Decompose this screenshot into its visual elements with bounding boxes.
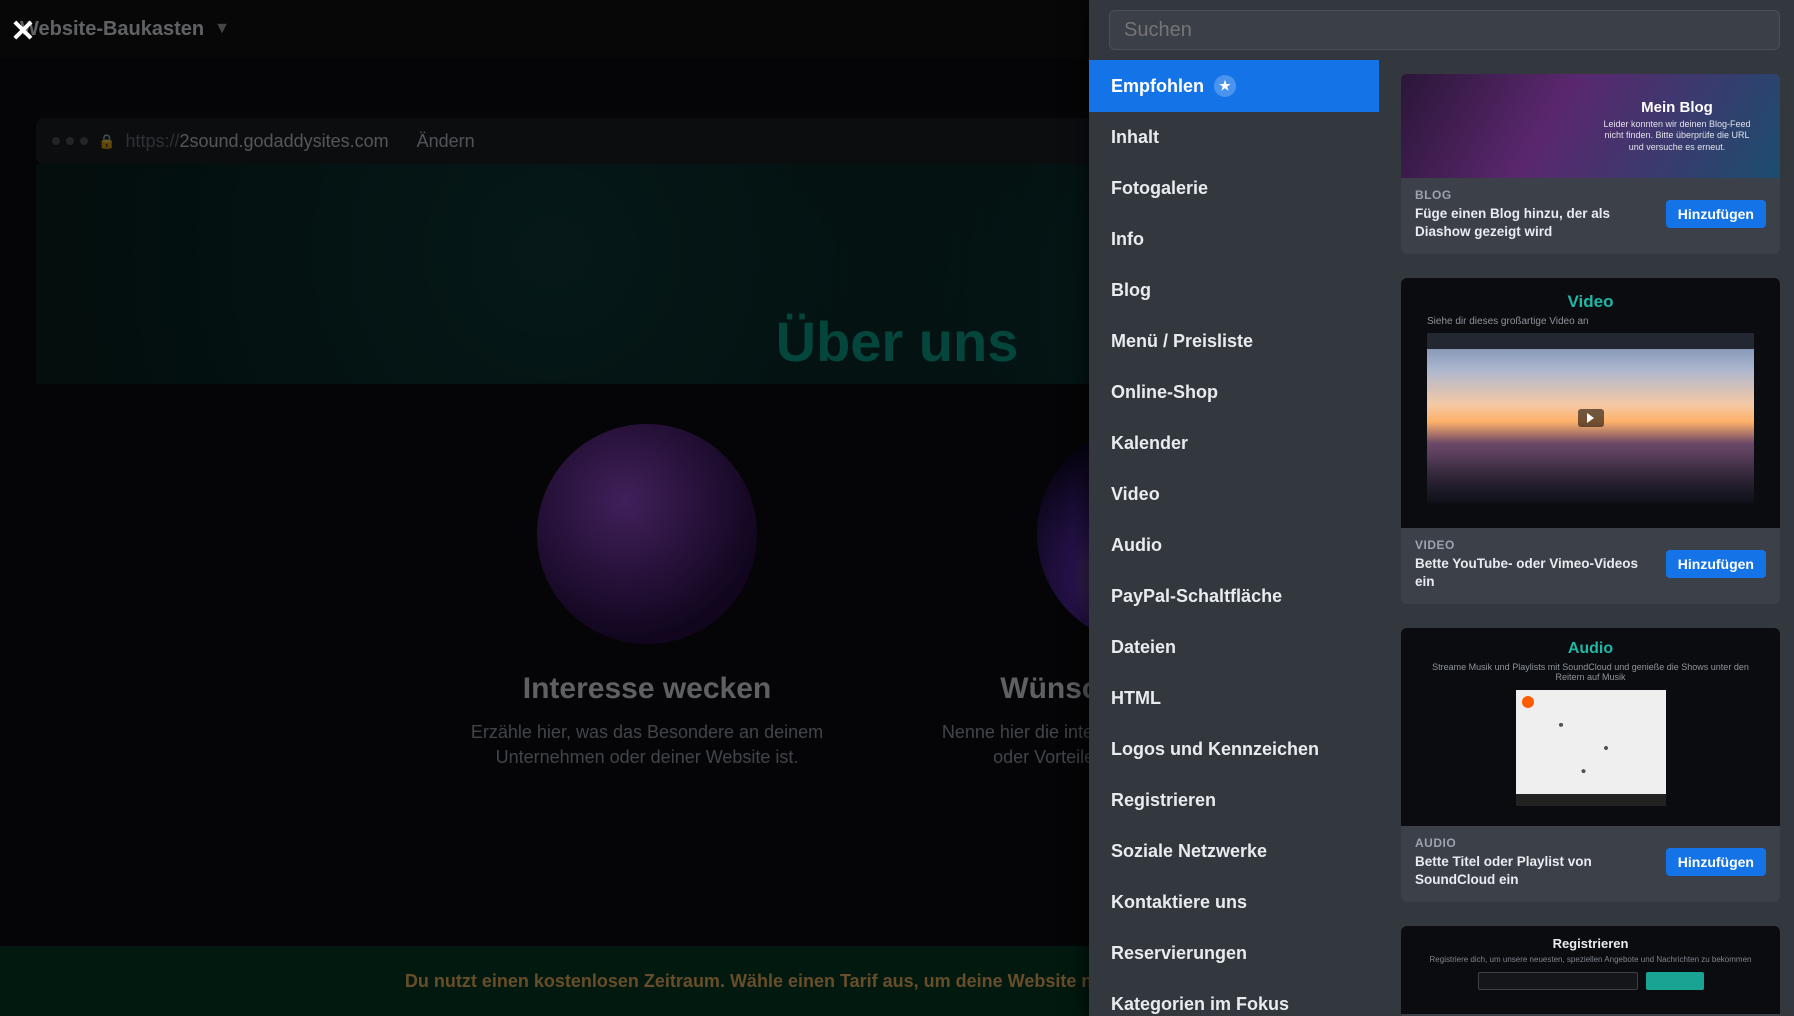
search-input[interactable]	[1109, 10, 1780, 50]
feature-block: Interesse wecken Erzähle hier, was das B…	[437, 424, 857, 770]
category-item[interactable]: Kategorien im Fokus	[1089, 979, 1379, 1016]
category-label: Blog	[1111, 280, 1151, 301]
category-label: Kalender	[1111, 433, 1188, 454]
category-item[interactable]: PayPal-Schaltfläche	[1089, 571, 1379, 622]
feature-image	[537, 424, 757, 644]
category-label: Inhalt	[1111, 127, 1159, 148]
category-item[interactable]: Menü / Preisliste	[1089, 316, 1379, 367]
category-item[interactable]: Audio	[1089, 520, 1379, 571]
section-cards[interactable]: Mein BlogLeider konnten wir deinen Blog-…	[1379, 60, 1794, 1016]
card-meta: AUDIO Bette Titel oder Playlist von Sound…	[1401, 826, 1780, 902]
card-desc: Bette YouTube- oder Vimeo-Videos ein	[1415, 555, 1654, 590]
section-card: Mein BlogLeider konnten wir deinen Blog-…	[1401, 74, 1780, 254]
category-label: HTML	[1111, 688, 1161, 709]
category-item[interactable]: Video	[1089, 469, 1379, 520]
category-label: Video	[1111, 484, 1160, 505]
feature-desc: Erzähle hier, was das Besondere an deine…	[437, 720, 857, 770]
category-item[interactable]: Logos und Kennzeichen	[1089, 724, 1379, 775]
category-label: Menü / Preisliste	[1111, 331, 1253, 352]
category-label: PayPal-Schaltfläche	[1111, 586, 1282, 607]
category-item[interactable]: HTML	[1089, 673, 1379, 724]
close-icon[interactable]: ✕	[8, 16, 38, 46]
category-item[interactable]: Empfohlen ★	[1089, 60, 1379, 112]
card-thumbnail[interactable]: Mein BlogLeider konnten wir deinen Blog-…	[1401, 74, 1780, 178]
category-item[interactable]: Fotogalerie	[1089, 163, 1379, 214]
category-item[interactable]: Kalender	[1089, 418, 1379, 469]
card-thumbnail[interactable]: RegistrierenRegistriere dich, um unsere …	[1401, 926, 1780, 1014]
hero-heading: Über uns	[776, 309, 1019, 384]
category-label: Soziale Netzwerke	[1111, 841, 1267, 862]
category-item[interactable]: Dateien	[1089, 622, 1379, 673]
url-text: https://2sound.godaddysites.com	[125, 131, 388, 152]
category-item[interactable]: Registrieren	[1089, 775, 1379, 826]
category-item[interactable]: Blog	[1089, 265, 1379, 316]
traffic-lights-icon	[52, 137, 88, 145]
category-label: Logos und Kennzeichen	[1111, 739, 1319, 760]
category-item[interactable]: Inhalt	[1089, 112, 1379, 163]
card-label: AUDIO	[1415, 836, 1654, 850]
section-card: AudioStreame Musik und Playlists mit Sou…	[1401, 628, 1780, 902]
category-label: Dateien	[1111, 637, 1176, 658]
card-meta: BLOG Füge einen Blog hinzu, der als Diash…	[1401, 178, 1780, 254]
category-item[interactable]: Info	[1089, 214, 1379, 265]
add-section-panel: Empfohlen ★ Inhalt Fotogalerie Info Blog Menü …	[1089, 0, 1794, 1016]
card-meta: VIDEO Bette YouTube- oder Vimeo-Videos ei…	[1401, 528, 1780, 604]
chevron-down-icon[interactable]: ▼	[214, 20, 230, 38]
section-card: VideoSiehe dir dieses großartige Video a…	[1401, 278, 1780, 604]
card-label: VIDEO	[1415, 538, 1654, 552]
category-label: Empfohlen	[1111, 76, 1204, 97]
category-label: Fotogalerie	[1111, 178, 1208, 199]
card-desc: Füge einen Blog hinzu, der als Diashow g…	[1415, 205, 1654, 240]
category-label: Online-Shop	[1111, 382, 1218, 403]
feature-title: Interesse wecken	[437, 672, 857, 706]
card-thumbnail[interactable]: AudioStreame Musik und Playlists mit Sou…	[1401, 628, 1780, 826]
card-thumbnail[interactable]: VideoSiehe dir dieses großartige Video a…	[1401, 278, 1780, 528]
category-label: Kontaktiere uns	[1111, 892, 1247, 913]
change-url-link[interactable]: Ändern	[417, 131, 475, 152]
lock-icon: 🔒	[98, 133, 115, 150]
star-icon: ★	[1214, 75, 1236, 97]
category-label: Info	[1111, 229, 1144, 250]
card-label: BLOG	[1415, 188, 1654, 202]
category-label: Audio	[1111, 535, 1162, 556]
add-button[interactable]: Hinzufügen	[1666, 200, 1766, 228]
category-item[interactable]: Reservierungen	[1089, 928, 1379, 979]
card-desc: Bette Titel oder Playlist von SoundCloud…	[1415, 853, 1654, 888]
category-item[interactable]: Kontaktiere uns	[1089, 877, 1379, 928]
category-item[interactable]: Online-Shop	[1089, 367, 1379, 418]
category-label: Reservierungen	[1111, 943, 1247, 964]
add-button[interactable]: Hinzufügen	[1666, 550, 1766, 578]
category-label: Registrieren	[1111, 790, 1216, 811]
add-button[interactable]: Hinzufügen	[1666, 848, 1766, 876]
category-label: Kategorien im Fokus	[1111, 994, 1289, 1015]
app-title: Website-Baukasten	[20, 18, 204, 41]
category-list[interactable]: Empfohlen ★ Inhalt Fotogalerie Info Blog Menü …	[1089, 60, 1379, 1016]
section-card: RegistrierenRegistriere dich, um unsere …	[1401, 926, 1780, 1016]
category-item[interactable]: Soziale Netzwerke	[1089, 826, 1379, 877]
